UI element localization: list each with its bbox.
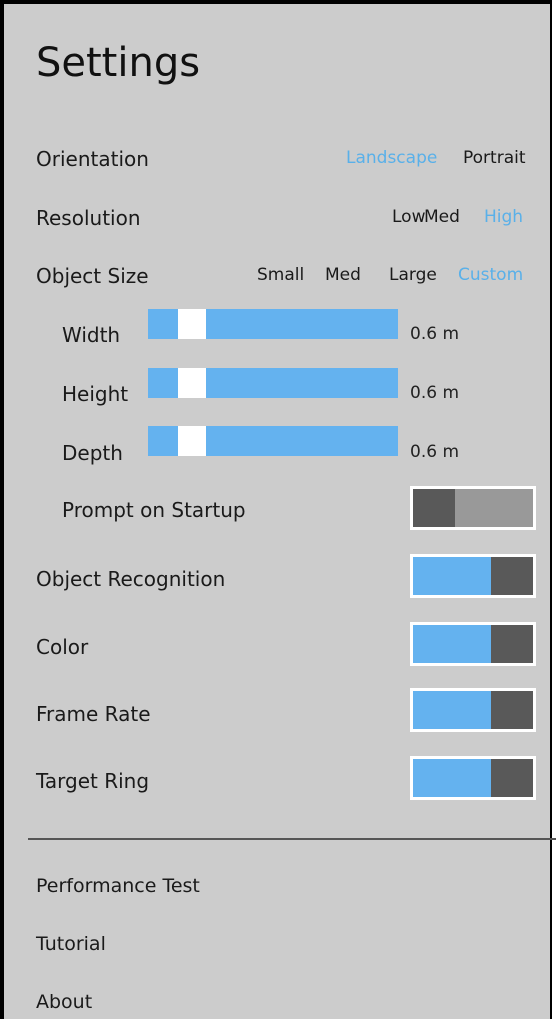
toggle-knob <box>491 625 533 663</box>
orientation-option-landscape[interactable]: Landscape <box>346 148 437 168</box>
depth-slider-thumb[interactable] <box>178 426 206 456</box>
depth-slider[interactable] <box>148 426 398 456</box>
size-option-custom[interactable]: Custom <box>458 265 523 285</box>
orientation-label: Orientation <box>36 147 149 171</box>
object-recognition-label: Object Recognition <box>36 567 226 591</box>
toggle-knob <box>491 557 533 595</box>
toggle-knob <box>491 691 533 729</box>
prompt-on-startup-label: Prompt on Startup <box>62 498 246 522</box>
object-size-label: Object Size <box>36 264 149 288</box>
section-divider <box>28 838 556 840</box>
resolution-option-low[interactable]: Low <box>392 207 425 227</box>
height-label: Height <box>62 382 129 406</box>
page-title: Settings <box>36 40 201 86</box>
menu-item-tutorial[interactable]: Tutorial <box>36 933 106 955</box>
height-value: 0.6 m <box>410 383 459 403</box>
object-recognition-toggle[interactable] <box>410 554 536 598</box>
toggle-knob <box>413 489 455 527</box>
height-slider-thumb[interactable] <box>178 368 206 398</box>
resolution-option-high[interactable]: High <box>484 207 523 227</box>
orientation-option-portrait[interactable]: Portrait <box>463 148 526 168</box>
resolution-option-med[interactable]: Med <box>424 207 460 227</box>
size-option-small[interactable]: Small <box>257 265 304 285</box>
color-toggle[interactable] <box>410 622 536 666</box>
frame-rate-label: Frame Rate <box>36 702 151 726</box>
target-ring-label: Target Ring <box>36 769 150 793</box>
settings-panel: Settings Orientation Landscape Portrait … <box>0 0 556 1019</box>
size-option-med[interactable]: Med <box>325 265 361 285</box>
resolution-label: Resolution <box>36 206 141 230</box>
size-option-large[interactable]: Large <box>389 265 437 285</box>
target-ring-toggle[interactable] <box>410 756 536 800</box>
prompt-on-startup-toggle[interactable] <box>410 486 536 530</box>
width-label: Width <box>62 323 121 347</box>
height-slider[interactable] <box>148 368 398 398</box>
width-slider-thumb[interactable] <box>178 309 206 339</box>
toggle-knob <box>491 759 533 797</box>
depth-label: Depth <box>62 441 123 465</box>
frame-rate-toggle[interactable] <box>410 688 536 732</box>
width-slider[interactable] <box>148 309 398 339</box>
menu-item-about[interactable]: About <box>36 991 92 1013</box>
color-label: Color <box>36 635 89 659</box>
width-value: 0.6 m <box>410 324 459 344</box>
depth-value: 0.6 m <box>410 442 459 462</box>
menu-item-performance-test[interactable]: Performance Test <box>36 875 200 897</box>
